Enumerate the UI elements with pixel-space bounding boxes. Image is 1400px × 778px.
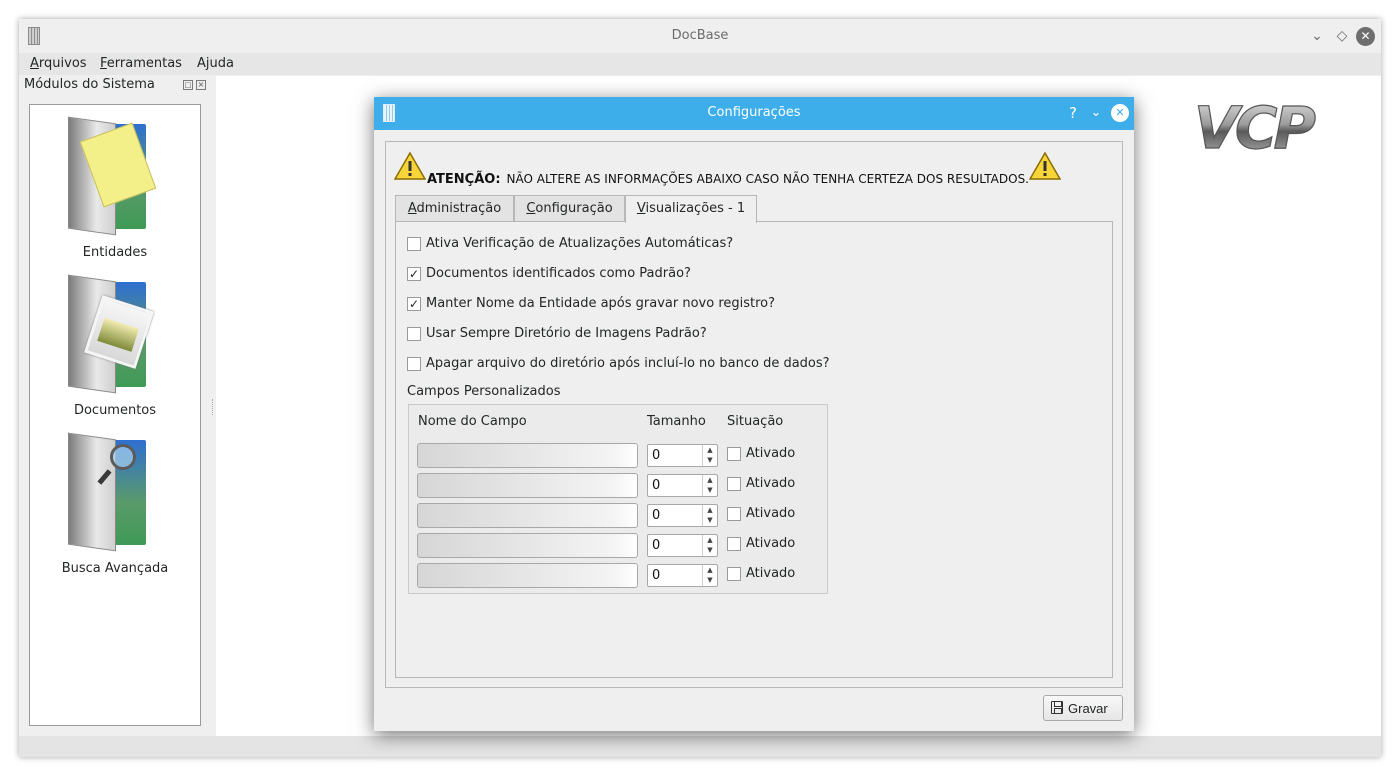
spin-arrows-icon[interactable]: ▲ ▼ <box>702 475 717 496</box>
field-name-input[interactable] <box>417 563 638 588</box>
menu-ajuda[interactable]: Ajuda <box>197 56 234 71</box>
field-active-label: Ativado <box>746 476 796 491</box>
field-size-spinbox[interactable]: 0 ▲ ▼ <box>647 564 718 587</box>
tab-administracao[interactable]: Administração <box>395 195 514 222</box>
module-label: Entidades <box>82 245 148 260</box>
module-busca-avancada[interactable]: Busca Avançada <box>30 421 200 579</box>
module-label: Busca Avançada <box>61 561 169 576</box>
field-active-checkbox[interactable] <box>727 447 741 461</box>
dialog-title: Configurações <box>707 105 801 120</box>
modules-panel: Entidades Documentos Busca Avançada <box>29 104 201 726</box>
field-active-label: Ativado <box>746 446 796 461</box>
field-active-checkbox[interactable] <box>727 567 741 581</box>
status-bar <box>19 736 1381 757</box>
maximize-button[interactable]: ◇ <box>1332 26 1352 46</box>
custom-field-row: 0 ▲ ▼ Ativado <box>374 503 1134 529</box>
window-title: DocBase <box>671 28 729 43</box>
field-size-spinbox[interactable]: 0 ▲ ▼ <box>647 444 718 467</box>
warning-message: ATENÇÃO: NÃO ALTERE AS INFORMAÇÕES ABAIXO… <box>427 172 1029 187</box>
column-header-status: Situação <box>727 414 784 429</box>
save-button[interactable]: Gravar <box>1043 695 1123 721</box>
dialog-titlebar[interactable]: Configurações ? ⌄ ✕ <box>374 97 1134 130</box>
custom-field-row: 0 ▲ ▼ Ativado <box>374 443 1134 469</box>
dialog-minimize-button[interactable]: ⌄ <box>1087 104 1105 122</box>
field-name-input[interactable] <box>417 533 638 558</box>
dock-float-button[interactable]: □ <box>183 80 193 90</box>
column-header-size: Tamanho <box>647 414 706 429</box>
checkbox[interactable] <box>407 327 421 341</box>
minimize-button[interactable]: ⌄ <box>1307 26 1327 46</box>
module-label: Documentos <box>73 403 157 418</box>
menu-arquivos[interactable]: Arquivos <box>30 56 87 71</box>
warning-icon <box>394 151 426 180</box>
field-name-input[interactable] <box>417 473 638 498</box>
tab-configuracao[interactable]: Configuração <box>514 195 625 222</box>
dialog-close-button[interactable]: ✕ <box>1111 104 1129 122</box>
field-active-label: Ativado <box>746 506 796 521</box>
field-active-checkbox[interactable] <box>727 537 741 551</box>
field-name-input[interactable] <box>417 443 638 468</box>
field-active-label: Ativado <box>746 566 796 581</box>
logo-text: VCP <box>1194 100 1315 156</box>
dock-close-button[interactable]: × <box>196 80 206 90</box>
module-documentos[interactable]: Documentos <box>30 263 200 421</box>
spin-arrows-icon[interactable]: ▲ ▼ <box>702 505 717 526</box>
column-header-name: Nome do Campo <box>418 414 527 429</box>
custom-field-row: 0 ▲ ▼ Ativado <box>374 473 1134 499</box>
menu-ferramentas[interactable]: Ferramentas <box>100 56 182 71</box>
checkbox[interactable] <box>407 237 421 251</box>
field-name-input[interactable] <box>417 503 638 528</box>
field-active-checkbox[interactable] <box>727 477 741 491</box>
custom-fields-title: Campos Personalizados <box>407 384 561 399</box>
menubar: Arquivos Ferramentas Ajuda <box>19 53 1381 75</box>
save-icon <box>1051 701 1063 714</box>
checkbox[interactable]: ✓ <box>407 267 421 281</box>
close-button[interactable]: ✕ <box>1356 27 1375 46</box>
field-size-spinbox[interactable]: 0 ▲ ▼ <box>647 534 718 557</box>
custom-field-row: 0 ▲ ▼ Ativado <box>374 533 1134 559</box>
field-active-label: Ativado <box>746 536 796 551</box>
tab-visualizacoes[interactable]: Visualizações - 1 <box>625 195 757 223</box>
field-size-spinbox[interactable]: 0 ▲ ▼ <box>647 474 718 497</box>
configuracoes-dialog: Configurações ? ⌄ ✕ ATENÇÃO: NÃO ALTERE A… <box>374 97 1134 731</box>
spin-arrows-icon[interactable]: ▲ ▼ <box>702 565 717 586</box>
checkbox[interactable]: ✓ <box>407 297 421 311</box>
folder-documents-icon <box>68 116 157 238</box>
splitter-handle[interactable] <box>212 399 214 415</box>
help-button[interactable]: ? <box>1064 104 1082 122</box>
field-size-spinbox[interactable]: 0 ▲ ▼ <box>647 504 718 527</box>
checkbox[interactable] <box>407 357 421 371</box>
custom-field-row: 0 ▲ ▼ Ativado <box>374 563 1134 589</box>
dock-title: Módulos do Sistema <box>24 77 155 92</box>
folder-images-icon <box>68 274 154 396</box>
module-entidades[interactable]: Entidades <box>30 105 200 263</box>
spin-arrows-icon[interactable]: ▲ ▼ <box>702 445 717 466</box>
main-titlebar[interactable]: DocBase ⌄ ◇ ✕ <box>19 19 1381 53</box>
folder-search-icon <box>68 432 148 554</box>
field-active-checkbox[interactable] <box>727 507 741 521</box>
warning-icon <box>1029 151 1061 180</box>
spin-arrows-icon[interactable]: ▲ ▼ <box>702 535 717 556</box>
vcp-logo: VCP <box>1193 100 1320 156</box>
